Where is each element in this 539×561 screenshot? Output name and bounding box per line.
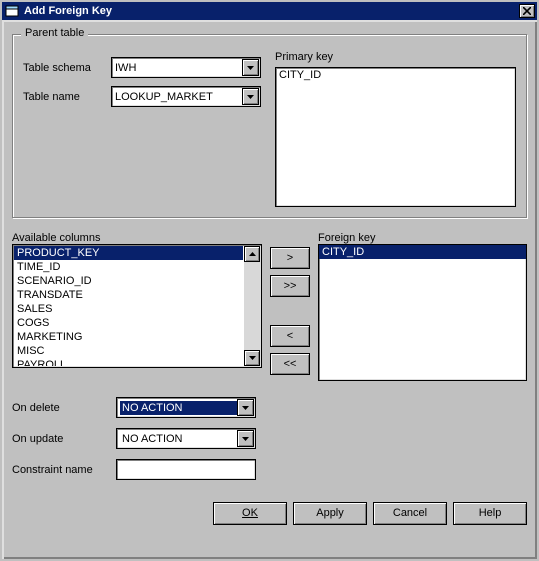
primary-key-list[interactable]: CITY_ID	[275, 67, 516, 207]
on-delete-label: On delete	[12, 402, 112, 414]
window-title: Add Foreign Key	[24, 5, 519, 17]
on-delete-value: NO ACTION	[120, 401, 237, 415]
title-bar: Add Foreign Key	[0, 0, 539, 20]
table-name-value: LOOKUP_MARKET	[115, 91, 213, 103]
available-columns-label: Available columns	[12, 232, 262, 244]
scroll-up-icon[interactable]	[244, 246, 260, 262]
list-item[interactable]: TRANSDATE	[14, 288, 243, 302]
scroll-down-icon[interactable]	[244, 350, 260, 366]
add-button[interactable]: >	[270, 247, 310, 269]
parent-table-label: Parent table	[21, 27, 88, 39]
foreign-key-list[interactable]: CITY_ID	[318, 244, 527, 381]
dialog-body: Parent table Table schema IWH Table name…	[0, 20, 539, 561]
list-item[interactable]: PRODUCT_KEY	[14, 246, 243, 260]
available-columns-list[interactable]: PRODUCT_KEYTIME_IDSCENARIO_IDTRANSDATESA…	[12, 244, 262, 368]
apply-button[interactable]: Apply	[293, 502, 367, 525]
list-item[interactable]: SALES	[14, 302, 243, 316]
close-button[interactable]	[519, 4, 535, 18]
constraint-name-label: Constraint name	[12, 464, 112, 476]
on-delete-combo[interactable]: NO ACTION	[116, 397, 256, 418]
chevron-down-icon[interactable]	[237, 430, 254, 447]
table-name-label: Table name	[23, 91, 107, 103]
list-item[interactable]: TIME_ID	[14, 260, 243, 274]
chevron-down-icon[interactable]	[242, 59, 259, 76]
remove-button[interactable]: <	[270, 325, 310, 347]
list-item[interactable]: MISC	[14, 344, 243, 358]
scroll-track[interactable]	[244, 262, 260, 350]
list-item[interactable]: PAYROLL	[14, 358, 243, 366]
chevron-down-icon[interactable]	[237, 399, 254, 416]
table-schema-value: IWH	[115, 62, 136, 74]
add-all-button[interactable]: >>	[270, 275, 310, 297]
cancel-button[interactable]: Cancel	[373, 502, 447, 525]
table-name-combo[interactable]: LOOKUP_MARKET	[111, 86, 261, 107]
on-update-value: NO ACTION	[120, 432, 237, 446]
list-item[interactable]: COGS	[14, 316, 243, 330]
primary-key-label: Primary key	[275, 51, 516, 63]
list-item[interactable]: MARKETING	[14, 330, 243, 344]
table-schema-combo[interactable]: IWH	[111, 57, 261, 78]
help-button[interactable]: Help	[453, 502, 527, 525]
list-item[interactable]: SCENARIO_ID	[14, 274, 243, 288]
table-schema-label: Table schema	[23, 62, 107, 74]
foreign-key-label: Foreign key	[318, 232, 527, 244]
app-icon	[4, 3, 20, 19]
on-update-label: On update	[12, 433, 112, 445]
constraint-name-field[interactable]	[116, 459, 256, 480]
ok-button[interactable]: OK	[213, 502, 287, 525]
parent-table-group: Parent table Table schema IWH Table name…	[12, 34, 527, 218]
available-scrollbar[interactable]	[244, 246, 260, 366]
chevron-down-icon[interactable]	[242, 88, 259, 105]
remove-all-button[interactable]: <<	[270, 353, 310, 375]
list-item[interactable]: CITY_ID	[319, 245, 526, 259]
on-update-combo[interactable]: NO ACTION	[116, 428, 256, 449]
list-item[interactable]: CITY_ID	[276, 68, 515, 82]
